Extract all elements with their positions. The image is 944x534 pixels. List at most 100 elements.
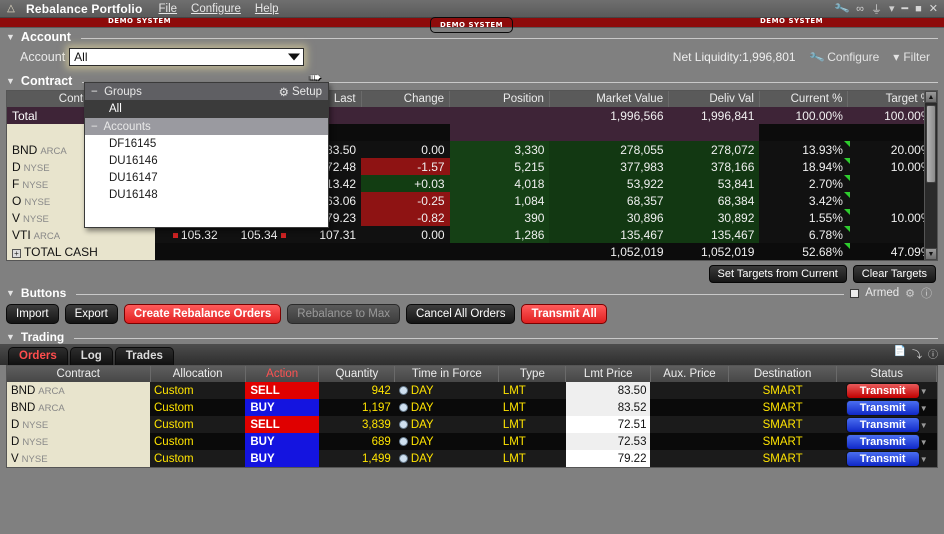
- order-type[interactable]: LMT: [498, 399, 566, 416]
- order-allocation[interactable]: Custom: [150, 433, 246, 450]
- configure-link[interactable]: 🔧 Configure: [808, 49, 879, 65]
- maximize-button[interactable]: ■: [915, 3, 922, 15]
- order-type[interactable]: LMT: [498, 416, 566, 433]
- order-destination[interactable]: SMART: [728, 416, 837, 433]
- dropdown-arrow-icon[interactable]: [288, 53, 301, 61]
- order-time-in-force[interactable]: DAY: [394, 416, 499, 433]
- collapse-triangle-icon[interactable]: ▼: [6, 32, 15, 42]
- collapse-triangle-icon[interactable]: ▼: [6, 332, 15, 342]
- ocol-destination[interactable]: Destination: [728, 366, 838, 382]
- cancel-all-orders-button[interactable]: Cancel All Orders: [405, 304, 516, 324]
- col-market-value[interactable]: Market Value: [549, 91, 670, 107]
- ocol-quantity[interactable]: Quantity: [318, 366, 396, 382]
- order-allocation[interactable]: Custom: [150, 382, 246, 399]
- clear-targets-button[interactable]: Clear Targets: [852, 265, 936, 283]
- tab-trades[interactable]: Trades: [114, 347, 174, 365]
- order-type[interactable]: LMT: [498, 433, 566, 450]
- scroll-up-button[interactable]: ▲: [925, 91, 937, 103]
- dropdown-item-account[interactable]: DU16146: [85, 152, 328, 169]
- export-button[interactable]: Export: [64, 304, 118, 324]
- account-dropdown-menu[interactable]: − Groups ⚙ Setup All − Accounts DF16145 …: [84, 82, 329, 228]
- order-action[interactable]: BUY: [245, 450, 319, 467]
- ocol-aux-price[interactable]: Aux. Price: [650, 366, 729, 382]
- tab-orders[interactable]: Orders: [8, 347, 68, 365]
- wrench-icon[interactable]: ⚙: [905, 287, 915, 300]
- tab-log[interactable]: Log: [69, 347, 113, 365]
- table-row[interactable]: VTI ARCA 105.32 105.34 107.31 0.00 1,286 …: [7, 226, 937, 243]
- order-lmt-price[interactable]: 83.50: [565, 382, 651, 399]
- ocol-status[interactable]: Status: [836, 366, 937, 382]
- order-time-in-force[interactable]: DAY: [394, 382, 499, 399]
- table-row[interactable]: D NYSE Custom SELL 3,839 DAY LMT 72.51 SM…: [7, 416, 937, 433]
- col-deliv-val[interactable]: Deliv Val: [668, 91, 760, 107]
- order-quantity[interactable]: 689: [318, 433, 395, 450]
- order-time-in-force[interactable]: DAY: [394, 399, 499, 416]
- order-type[interactable]: LMT: [498, 382, 566, 399]
- ocol-allocation[interactable]: Allocation: [150, 366, 246, 382]
- menu-file[interactable]: File: [159, 3, 178, 15]
- order-lmt-price[interactable]: 72.53: [565, 433, 651, 450]
- collapse-triangle-icon[interactable]: ▼: [6, 76, 15, 86]
- close-button[interactable]: ✕: [929, 2, 938, 15]
- scroll-down-button[interactable]: ▼: [925, 248, 937, 260]
- dropdown-item-all[interactable]: All: [85, 100, 328, 118]
- menu-configure[interactable]: Configure: [191, 3, 241, 15]
- order-action[interactable]: BUY: [245, 433, 319, 450]
- order-lmt-price[interactable]: 79.22: [565, 450, 651, 467]
- set-targets-from-current-button[interactable]: Set Targets from Current: [708, 265, 847, 283]
- ocol-time-in-force[interactable]: Time in Force: [394, 366, 500, 382]
- order-destination[interactable]: SMART: [728, 382, 837, 399]
- order-aux-price[interactable]: [650, 416, 729, 433]
- link-icon[interactable]: ∞: [856, 3, 864, 15]
- order-action[interactable]: BUY: [245, 399, 319, 416]
- table-row[interactable]: V NYSE Custom BUY 1,499 DAY LMT 79.22 SMA…: [7, 450, 937, 467]
- help-icon[interactable]: ⓘ: [928, 346, 938, 361]
- table-row[interactable]: BND ARCA Custom SELL 942 DAY LMT 83.50 SM…: [7, 382, 937, 399]
- order-time-in-force[interactable]: DAY: [394, 433, 499, 450]
- order-aux-price[interactable]: [650, 382, 729, 399]
- order-time-in-force[interactable]: DAY: [394, 450, 499, 467]
- collapse-triangle-icon[interactable]: ▼: [6, 288, 15, 298]
- menu-help[interactable]: Help: [255, 3, 279, 15]
- ocol-contract[interactable]: Contract: [7, 366, 151, 382]
- buttons-section-header[interactable]: ▼ Buttons Armed ⚙ ⓘ: [0, 283, 944, 301]
- col-current-pct[interactable]: Current %: [759, 91, 849, 107]
- order-quantity[interactable]: 942: [318, 382, 395, 399]
- armed-checkbox[interactable]: [850, 288, 860, 298]
- chevron-down-icon[interactable]: ▾: [889, 2, 895, 15]
- ocol-action[interactable]: Action: [245, 366, 320, 382]
- col-change[interactable]: Change: [361, 91, 451, 107]
- order-action[interactable]: SELL: [245, 382, 319, 399]
- table-row[interactable]: D NYSE Custom BUY 689 DAY LMT 72.53 SMART…: [7, 433, 937, 450]
- order-aux-price[interactable]: [650, 433, 729, 450]
- trading-section-header[interactable]: ▼ Trading: [0, 328, 944, 344]
- order-aux-price[interactable]: [650, 450, 729, 467]
- order-type[interactable]: LMT: [498, 450, 566, 467]
- wrench-icon[interactable]: 🔧: [834, 0, 851, 17]
- order-allocation[interactable]: Custom: [150, 399, 246, 416]
- order-destination[interactable]: SMART: [728, 399, 837, 416]
- order-allocation[interactable]: Custom: [150, 416, 246, 433]
- transmit-all-button[interactable]: Transmit All: [521, 304, 607, 324]
- help-icon[interactable]: ⓘ: [921, 285, 932, 301]
- col-position[interactable]: Position: [449, 91, 550, 107]
- scroll-thumb[interactable]: [926, 105, 936, 183]
- ocol-type[interactable]: Type: [498, 366, 567, 382]
- order-lmt-price[interactable]: 83.52: [565, 399, 651, 416]
- pin-icon[interactable]: ⏚: [871, 1, 882, 17]
- account-select[interactable]: All: [69, 48, 305, 66]
- order-destination[interactable]: SMART: [728, 450, 837, 467]
- create-rebalance-orders-button[interactable]: Create Rebalance Orders: [123, 304, 282, 324]
- table-row[interactable]: BND ARCA Custom BUY 1,197 DAY LMT 83.52 S…: [7, 399, 937, 416]
- filter-link[interactable]: ▾ Filter: [893, 50, 930, 64]
- order-quantity[interactable]: 1,197: [318, 399, 395, 416]
- order-allocation[interactable]: Custom: [150, 450, 246, 467]
- order-action[interactable]: SELL: [245, 416, 319, 433]
- table-row-total-cash[interactable]: + TOTAL CASH 1,052,019 1,052,019 52.68% 4…: [7, 243, 937, 260]
- order-aux-price[interactable]: [650, 399, 729, 416]
- arrow-icon[interactable]: ⤵: [912, 346, 922, 361]
- import-button[interactable]: Import: [6, 304, 59, 324]
- dropdown-item-account[interactable]: DU16147: [85, 169, 328, 186]
- minimize-button[interactable]: ━: [902, 2, 909, 15]
- order-quantity[interactable]: 3,839: [318, 416, 395, 433]
